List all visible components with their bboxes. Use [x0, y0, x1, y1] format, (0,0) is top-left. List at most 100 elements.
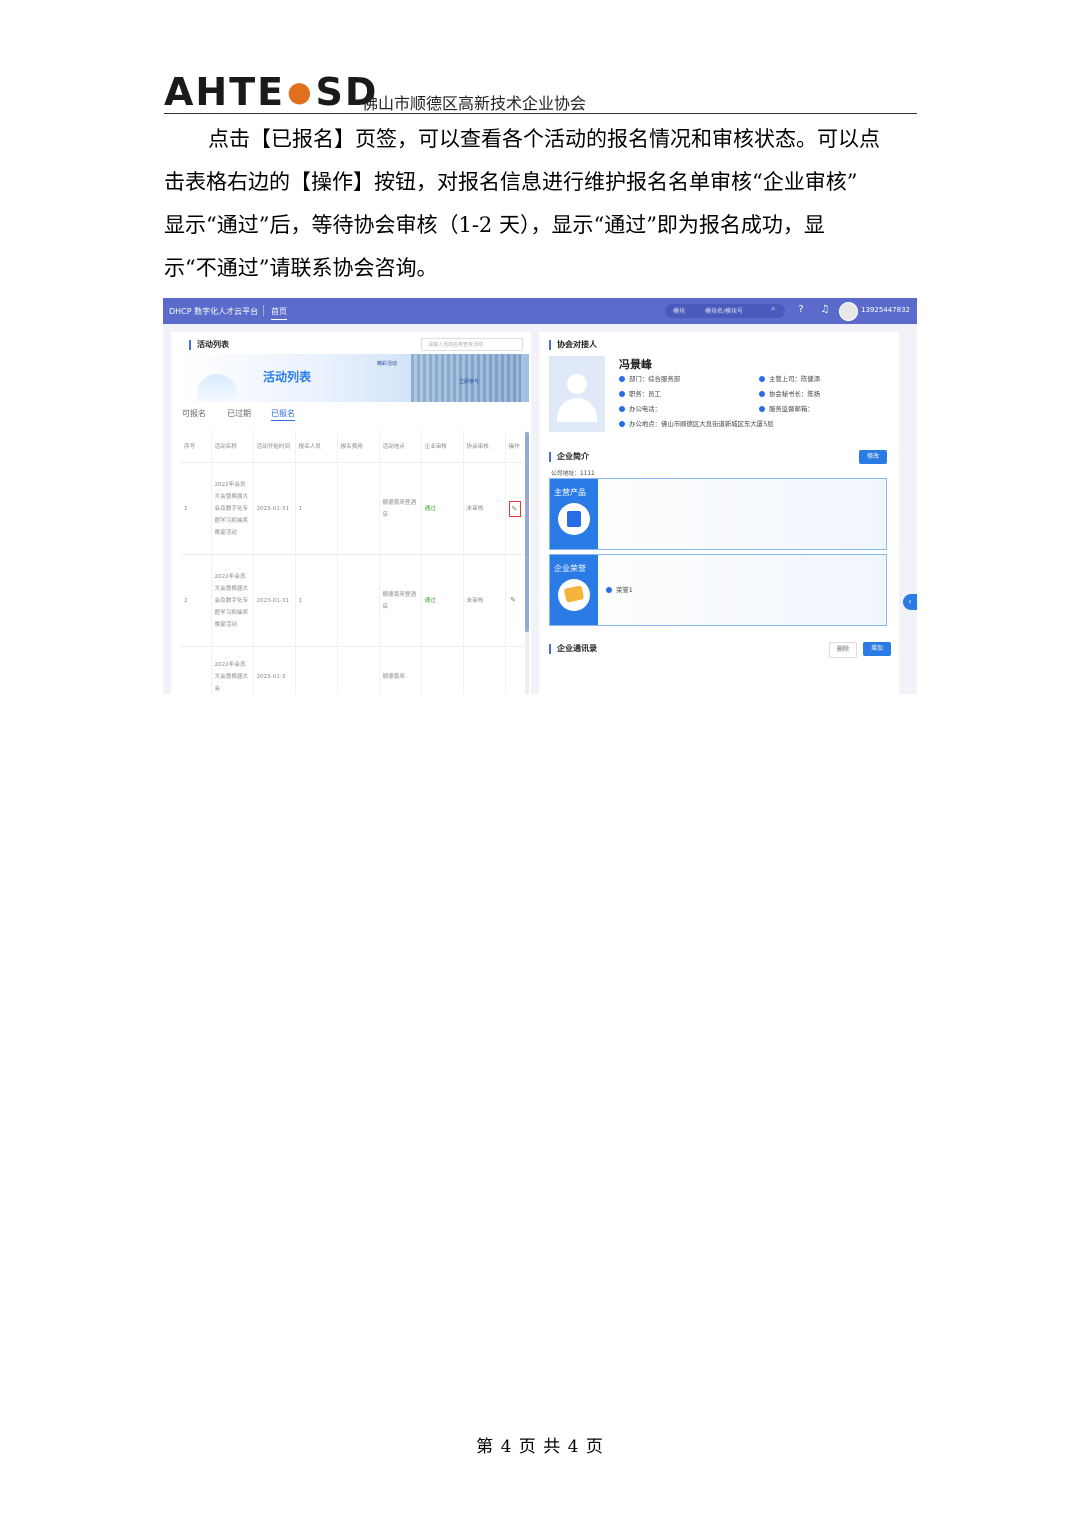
location-icon — [619, 421, 625, 427]
contact-office-addr: 办公地点：佛山市顺德区大良街道新城区东大厦5层 — [629, 420, 774, 428]
cell-activity-name: 2022年会员大会暨换届大会 — [211, 646, 254, 694]
tab-registered[interactable]: 已报名 — [271, 409, 295, 421]
cell-company-review — [421, 646, 464, 694]
cell-location: 顺德喜来登酒店 — [379, 462, 422, 555]
paragraph-line: 显示“通过”后，等待协会审核（1-2 天），显示“通过”即为报名成功，显 — [164, 213, 825, 237]
topbar-separator — [263, 305, 264, 316]
app-topbar: DHCP 数字化人才云平台 首页 模块 模块名/模块号 ⌕ ? ♫ 139254… — [163, 298, 917, 324]
cell-company-review: 通过 — [421, 554, 464, 647]
supervisor-icon — [759, 376, 765, 382]
table-scrollbar[interactable] — [525, 432, 529, 694]
app-brand: DHCP 数字化人才云平台 — [169, 307, 259, 316]
tab-home[interactable]: 首页 — [271, 306, 287, 320]
module-search[interactable]: 模块 模块名/模块号 ⌕ — [665, 304, 785, 318]
cell-activity-name: 2022年会员大会暨换届大会及数字化专题学习和抽奖晚宴活动 — [211, 462, 254, 555]
secretary-icon — [759, 391, 765, 397]
table-header-row: 序号 活动名称 活动开始时间 报名人员 报名费用 活动地点 企业审核 协会审核 … — [181, 430, 526, 463]
edit-company-button[interactable]: 修改 — [859, 450, 887, 464]
cell-association-review — [463, 646, 506, 694]
cell-operation — [505, 646, 526, 694]
tab-open[interactable]: 可报名 — [182, 408, 206, 419]
col-header: 活动开始时间 — [253, 430, 296, 463]
contact-post: 职务：员工 — [629, 390, 661, 398]
user-phone: 13925447832 — [861, 306, 910, 314]
col-header: 操作 — [505, 430, 526, 463]
header-org-name: 佛山市顺德区高新技术企业协会 — [362, 94, 587, 113]
cell-fee — [337, 462, 380, 555]
department-icon — [619, 376, 625, 382]
module-search-input[interactable]: 模块名/模块号 — [705, 306, 743, 315]
honor-item: 荣誉1 — [616, 586, 633, 594]
help-icon[interactable]: ? — [795, 304, 807, 316]
cell-activity-name: 2022年会员大会暨换届大会及数字化专题学习和抽奖晚宴活动 — [211, 554, 254, 647]
cell-fee — [337, 554, 380, 647]
cell-index: 1 — [181, 462, 212, 555]
product-icon — [558, 503, 590, 535]
tab-expired[interactable]: 已过期 — [227, 408, 251, 419]
honor-icon — [558, 579, 590, 611]
contact-office-phone: 办公电话： — [629, 405, 661, 413]
bell-icon[interactable]: ♫ — [819, 304, 831, 316]
col-header: 企业审核 — [421, 430, 464, 463]
table-row: 2022年会员大会暨换届大会 2023-01-3 顺德喜来 — [181, 646, 526, 694]
cell-registrants: 1 — [295, 554, 338, 647]
contact-email: 服务监督邮箱： — [769, 405, 814, 413]
col-header: 活动地点 — [379, 430, 422, 463]
instruction-paragraph: 点击【已报名】页签，可以查看各个活动的报名情况和审核状态。可以点 击表格右边的【… — [164, 118, 917, 290]
edit-icon[interactable]: ✎ — [508, 500, 521, 517]
cell-company-review: 通过 — [421, 462, 464, 555]
delete-contact-button[interactable]: 删除 — [829, 642, 857, 658]
cell-location: 顺德喜来登酒店 — [379, 554, 422, 647]
col-header: 报名人员 — [295, 430, 338, 463]
banner-tag: 立即参与 — [459, 379, 480, 385]
embedded-app-screenshot: DHCP 数字化人才云平台 首页 模块 模块名/模块号 ⌕ ? ♫ 139254… — [163, 298, 917, 694]
paragraph-line: 示“不通过”请联系协会咨询。 — [164, 256, 438, 280]
header-divider — [164, 113, 917, 114]
phone-icon — [619, 406, 625, 412]
table-row: 2 2022年会员大会暨换届大会及数字化专题学习和抽奖晚宴活动 2023-01-… — [181, 554, 526, 647]
cell-start-time: 2023-01-31 — [253, 462, 296, 555]
col-header: 报名费用 — [337, 430, 380, 463]
edit-icon[interactable]: ✎ — [509, 595, 518, 605]
cell-location: 顺德喜来 — [379, 646, 422, 694]
association-logo: AHTE●SD — [164, 70, 379, 114]
contact-panel-title: 协会对接人 — [549, 340, 597, 350]
module-select[interactable]: 模块 — [673, 306, 685, 315]
avatar[interactable] — [839, 302, 858, 321]
activity-search-input[interactable]: 请输入活动名称查找活动 — [421, 338, 523, 351]
cell-registrants — [295, 646, 338, 694]
page-number: 第 4 页 共 4 页 — [476, 1437, 604, 1457]
main-products-label: 主营产品 — [554, 488, 586, 497]
email-icon — [759, 406, 765, 412]
company-address: 公司地址：1111 — [551, 471, 595, 477]
add-contact-button[interactable]: 增加 — [863, 642, 891, 656]
contact-name: 冯景峰 — [619, 358, 652, 371]
contact-secretary: 协会秘书长：陈扬 — [769, 390, 821, 398]
banner-globe-icon — [197, 374, 237, 402]
col-header: 序号 — [181, 430, 212, 463]
activity-list-panel: 活动列表 请输入活动名称查找活动 活动列表 精彩活动 立即参与 可报名 已过期 … — [171, 332, 531, 694]
position-icon — [619, 391, 625, 397]
cell-start-time: 2023-01-31 — [253, 554, 296, 647]
search-icon[interactable]: ⌕ — [771, 304, 775, 314]
activity-banner: 活动列表 精彩活动 立即参与 — [181, 354, 529, 402]
contact-avatar — [549, 356, 605, 432]
contact-dept: 部门：综合服务部 — [629, 375, 681, 383]
cell-fee — [337, 646, 380, 694]
table-row: 1 2022年会员大会暨换届大会及数字化专题学习和抽奖晚宴活动 2023-01-… — [181, 462, 526, 555]
registration-table: 序号 活动名称 活动开始时间 报名人员 报名费用 活动地点 企业审核 协会审核 … — [181, 430, 526, 694]
company-intro-title: 企业简介 — [549, 452, 589, 462]
paragraph-line: 击表格右边的【操作】按钮，对报名信息进行维护报名名单审核“企业审核” — [164, 170, 858, 194]
col-header: 活动名称 — [211, 430, 254, 463]
company-honors-card: 企业荣誉 荣誉1 — [549, 554, 887, 626]
contacts-title: 企业通讯录 — [549, 644, 597, 654]
main-products-card: 主营产品 — [549, 478, 887, 550]
paragraph-line: 点击【已报名】页签，可以查看各个活动的报名情况和审核状态。可以点 — [208, 127, 880, 151]
col-header: 协会审核 — [463, 430, 506, 463]
company-info-panel: 协会对接人 冯景峰 部门：综合服务部 职务：员工 办公电话： 办公地点：佛山市顺… — [539, 332, 899, 694]
screenshot-fade — [539, 666, 899, 694]
cell-index — [181, 646, 212, 694]
cell-index: 2 — [181, 554, 212, 647]
chevron-left-icon[interactable]: ‹ — [903, 594, 917, 610]
activity-panel-title: 活动列表 — [189, 340, 229, 350]
